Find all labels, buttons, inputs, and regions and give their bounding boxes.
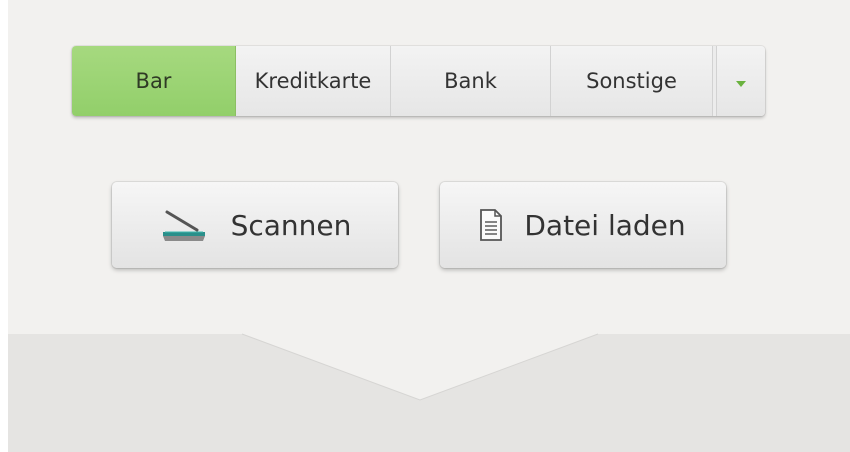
load-file-button-label: Datei laden	[524, 208, 686, 242]
payment-option-kreditkarte[interactable]: Kreditkarte	[236, 46, 391, 116]
chevron-down-icon	[736, 81, 746, 87]
scan-button-label: Scannen	[230, 208, 352, 242]
receipt-entry-panel: Bar Kreditkarte Bank Sonstige Scannen Da…	[8, 0, 850, 452]
document-icon	[480, 209, 503, 241]
payment-option-bank[interactable]: Bank	[391, 46, 551, 116]
load-file-button[interactable]: Datei laden	[440, 182, 726, 268]
payment-option-bar[interactable]: Bar	[72, 46, 236, 116]
payment-method-selector: Bar Kreditkarte Bank Sonstige	[72, 46, 765, 116]
payment-more-dropdown[interactable]	[717, 46, 765, 116]
scan-button[interactable]: Scannen	[112, 182, 398, 268]
scanner-icon	[159, 208, 209, 242]
payment-option-sonstige[interactable]: Sonstige	[551, 46, 713, 116]
